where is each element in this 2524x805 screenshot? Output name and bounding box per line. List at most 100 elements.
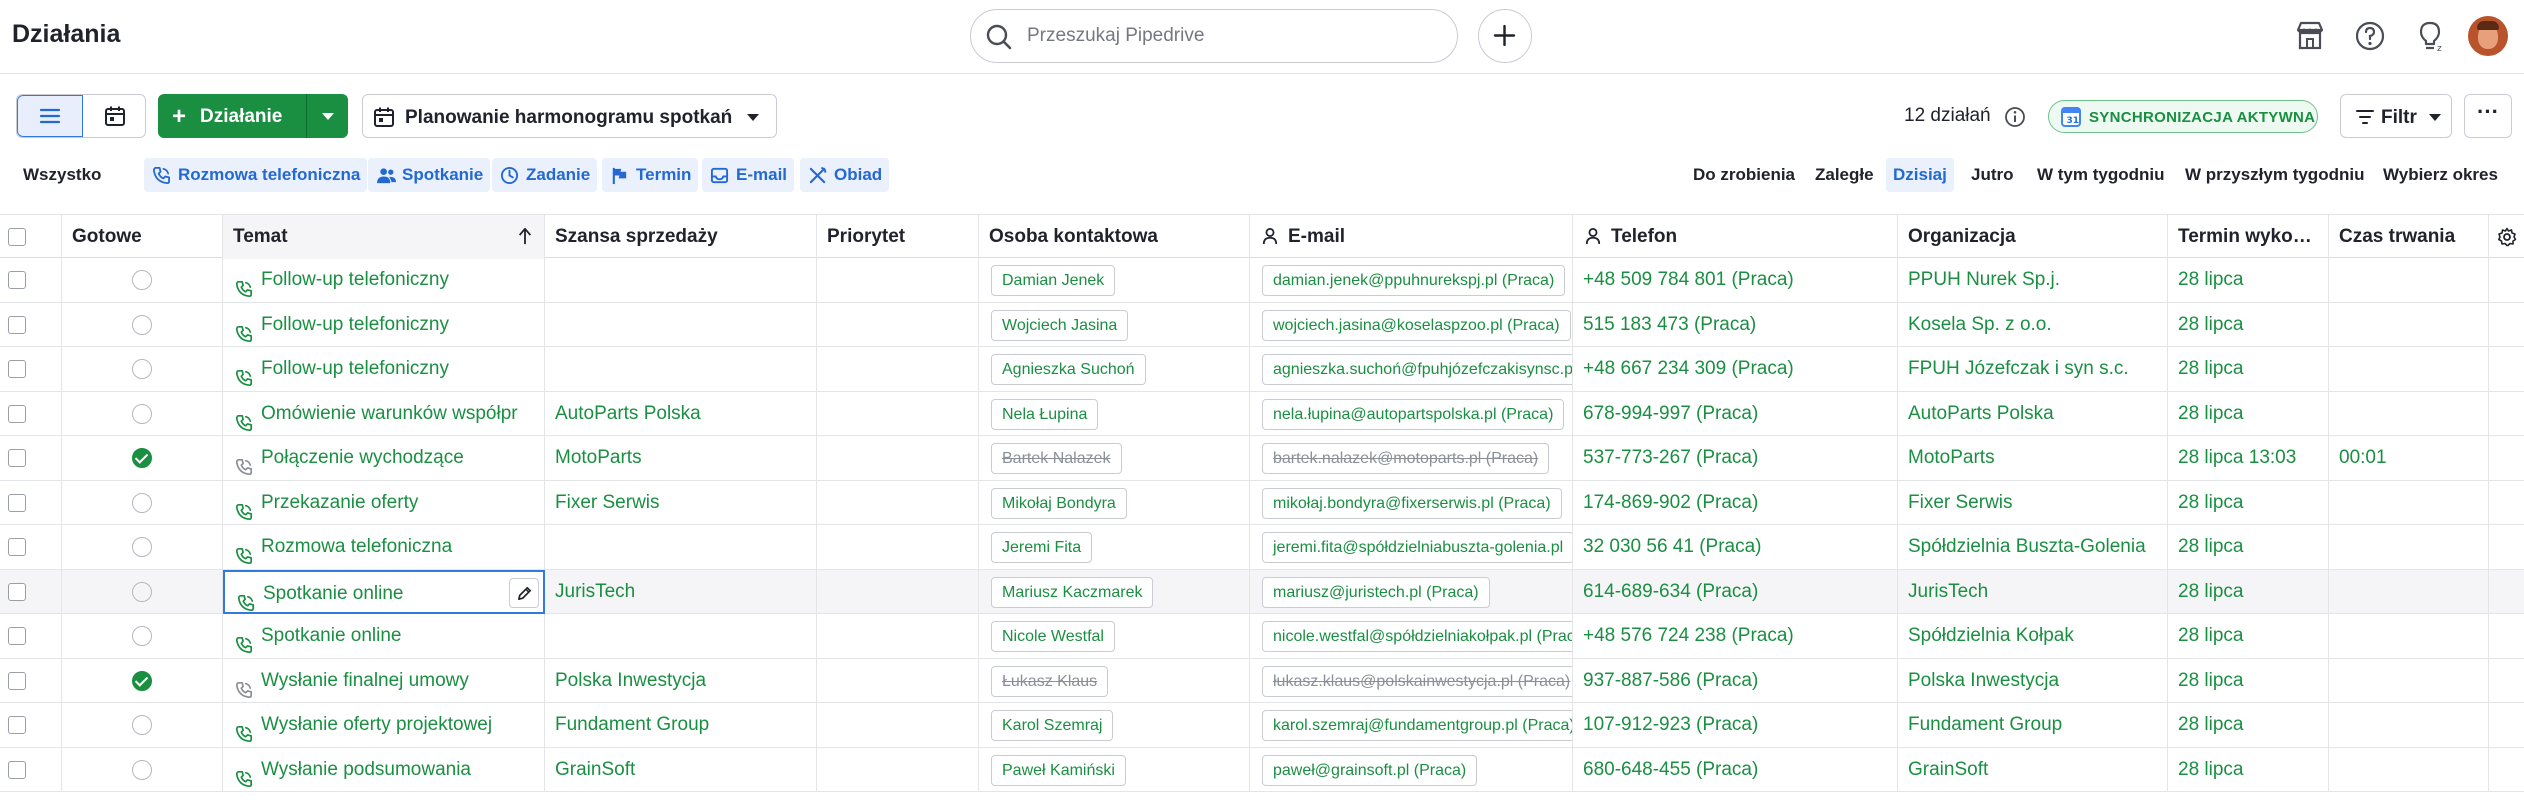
email-tag[interactable]: wojciech.jasina@koselaspzoo.pl (Praca)	[1262, 309, 1571, 341]
cell-org-value[interactable]: Polska Inwestycja	[1908, 670, 2059, 691]
cell-phone-value[interactable]: 614-689-634 (Praca)	[1583, 581, 1758, 602]
type-filter-email[interactable]: E-mail	[702, 158, 795, 192]
contact-person-tag[interactable]: Karol Szemraj	[991, 710, 1114, 741]
activity-subject-link[interactable]: Przekazanie oferty	[261, 481, 418, 525]
contact-person-tag[interactable]: Bartek Nalazek	[991, 443, 1122, 474]
mark-done-toggle[interactable]	[132, 537, 152, 557]
row-checkbox[interactable]	[8, 404, 26, 423]
saved-filter-select[interactable]: Planowanie harmonogramu spotkań	[362, 94, 777, 138]
cell-phone-value[interactable]: +48 576 724 238 (Praca)	[1583, 625, 1794, 646]
contact-person-tag[interactable]: Łukasz Klaus	[991, 665, 1109, 697]
calendar-view-button[interactable]	[83, 95, 145, 137]
lightbulb-icon[interactable]: z	[2412, 18, 2448, 54]
email-tag[interactable]: karol.szemraj@fundamentgroup.pl (Praca)	[1262, 710, 1572, 741]
time-filter-overdue[interactable]: Zaległe	[1808, 158, 1881, 192]
mark-done-toggle[interactable]	[132, 403, 152, 424]
table-row[interactable]: Wysłanie finalnej umowy Polska Inwestycja…	[0, 658, 2524, 703]
email-tag[interactable]: damian.jenek@ppuhnurekspj.pl (Praca)	[1262, 265, 1566, 296]
mark-done-toggle[interactable]	[132, 581, 152, 602]
done-check-icon[interactable]	[132, 448, 152, 468]
edit-pencil-button[interactable]	[509, 577, 539, 608]
contact-person-tag[interactable]: Agnieszka Suchoń	[991, 354, 1146, 385]
time-filter-today[interactable]: Dzisiaj	[1886, 158, 1954, 192]
table-row[interactable]: Wysłanie oferty projektowej Fundament Gro…	[0, 703, 2524, 748]
time-filter-choose-period[interactable]: Wybierz okres	[2376, 158, 2505, 192]
quick-add-button[interactable]	[1478, 9, 1532, 63]
cell-phone-value[interactable]: 678-994-997 (Praca)	[1583, 403, 1758, 424]
done-check-icon[interactable]	[132, 670, 152, 691]
email-tag[interactable]: nicole.westfal@spółdzielniakołpak.pl (Pr…	[1262, 621, 1572, 652]
table-row[interactable]: Przekazanie oferty Fixer Serwis Mikołaj Bo…	[0, 480, 2524, 525]
cell-deal-value[interactable]: MotoParts	[555, 447, 642, 468]
time-filter-this-week[interactable]: W tym tygodniu	[2030, 158, 2171, 192]
add-activity-dropdown[interactable]	[306, 94, 348, 138]
cell-deal-value[interactable]: JurisTech	[555, 581, 635, 602]
table-row[interactable]: Rozmowa telefoniczna Jeremi Fita jeremi.fi…	[0, 525, 2524, 570]
cell-phone-value[interactable]: 937-887-586 (Praca)	[1583, 670, 1758, 691]
activity-subject-link[interactable]: Połączenie wychodzące	[261, 436, 464, 480]
cell-org-value[interactable]: AutoParts Polska	[1908, 403, 2054, 424]
email-tag[interactable]: agnieszka.suchoń@fpuhjózefczakisynsc.pl	[1262, 354, 1572, 385]
activity-subject-link[interactable]: Rozmowa telefoniczna	[261, 525, 452, 569]
table-row[interactable]: Omówienie warunków współpr AutoParts Pols…	[0, 391, 2524, 436]
column-header-due[interactable]: Termin wyko…	[2168, 215, 2329, 259]
row-checkbox[interactable]	[8, 493, 26, 512]
email-tag[interactable]: mikołaj.bondyra@fixerserwis.pl (Praca)	[1262, 487, 1562, 519]
row-checkbox[interactable]	[8, 449, 26, 467]
cell-org-value[interactable]: GrainSoft	[1908, 759, 1988, 780]
cell-deal-value[interactable]: AutoParts Polska	[555, 403, 701, 424]
activity-subject-link[interactable]: Follow-up telefoniczny	[261, 303, 449, 347]
contact-person-tag[interactable]: Nela Łupina	[991, 398, 1099, 430]
time-filter-todo[interactable]: Do zrobienia	[1686, 158, 1802, 192]
table-row[interactable]: Spotkanie online JurisTech Mariusz Kaczmar…	[0, 569, 2524, 614]
add-activity-main[interactable]: + Działanie	[158, 94, 306, 138]
activity-subject-link[interactable]: Follow-up telefoniczny	[261, 258, 449, 302]
column-header-contact[interactable]: Osoba kontaktowa	[979, 215, 1250, 259]
help-icon[interactable]	[2352, 18, 2388, 54]
activity-subject-link[interactable]: Wysłanie finalnej umowy	[261, 659, 469, 703]
info-icon[interactable]	[2004, 106, 2026, 128]
cell-phone-value[interactable]: 107-912-923 (Praca)	[1583, 714, 1758, 735]
cell-phone-value[interactable]: 537-773-267 (Praca)	[1583, 447, 1758, 468]
contact-person-tag[interactable]: Wojciech Jasina	[991, 309, 1129, 341]
row-checkbox[interactable]	[8, 671, 26, 690]
activity-subject-link[interactable]: Spotkanie online	[263, 572, 404, 612]
list-view-button[interactable]	[17, 95, 83, 137]
type-filter-lunch[interactable]: Obiad	[800, 158, 890, 192]
column-header-email[interactable]: E-mail	[1250, 215, 1573, 259]
email-tag[interactable]: bartek.nalazek@motoparts.pl (Praca)	[1262, 443, 1550, 474]
column-header-done[interactable]: Gotowe	[62, 215, 223, 259]
contact-person-tag[interactable]: Mikołaj Bondyra	[991, 487, 1127, 519]
avatar[interactable]	[2468, 16, 2508, 56]
table-row[interactable]: Wysłanie podsumowania GrainSoft Paweł Kami…	[0, 747, 2524, 792]
activity-subject-link[interactable]: Follow-up telefoniczny	[261, 347, 449, 391]
contact-person-tag[interactable]: Paweł Kamiński	[991, 754, 1126, 786]
mark-done-toggle[interactable]	[132, 359, 152, 379]
cell-deal-value[interactable]: GrainSoft	[555, 759, 635, 780]
filter-button[interactable]: Filtr	[2340, 94, 2452, 138]
column-header-subject[interactable]: Temat	[223, 215, 545, 259]
contact-person-tag[interactable]: Jeremi Fita	[991, 532, 1093, 563]
cell-phone-value[interactable]: 680-648-455 (Praca)	[1583, 759, 1758, 780]
marketplace-icon[interactable]	[2292, 18, 2328, 54]
cell-phone-value[interactable]: 174-869-902 (Praca)	[1583, 492, 1758, 513]
activity-subject-link[interactable]: Wysłanie podsumowania	[261, 748, 471, 792]
email-tag[interactable]: łukasz.klaus@polskainwestycja.pl (Praca)	[1262, 665, 1572, 697]
column-header-deal[interactable]: Szansa sprzedaży	[545, 215, 817, 259]
more-actions-button[interactable]: ···	[2464, 94, 2512, 138]
mark-done-toggle[interactable]	[132, 626, 152, 646]
calendar-sync-badge[interactable]: 31 SYNCHRONIZACJA AKTYWNA	[2048, 100, 2318, 133]
row-checkbox[interactable]	[8, 538, 26, 556]
cell-phone-value[interactable]: 515 183 473 (Praca)	[1583, 314, 1756, 335]
type-filter-all[interactable]: Wszystko	[16, 158, 108, 192]
column-header-priority[interactable]: Priorytet	[817, 215, 979, 259]
cell-org-value[interactable]: JurisTech	[1908, 581, 1988, 602]
row-checkbox[interactable]	[8, 315, 26, 334]
contact-person-tag[interactable]: Mariusz Kaczmarek	[991, 576, 1154, 608]
activity-subject-link[interactable]: Omówienie warunków współpr	[261, 392, 518, 436]
cell-phone-value[interactable]: +48 509 784 801 (Praca)	[1583, 269, 1794, 290]
cell-org-value[interactable]: Fundament Group	[1908, 714, 2062, 735]
column-settings-button[interactable]	[2489, 215, 2524, 259]
mark-done-toggle[interactable]	[132, 270, 152, 290]
email-tag[interactable]: mariusz@juristech.pl (Praca)	[1262, 576, 1490, 608]
